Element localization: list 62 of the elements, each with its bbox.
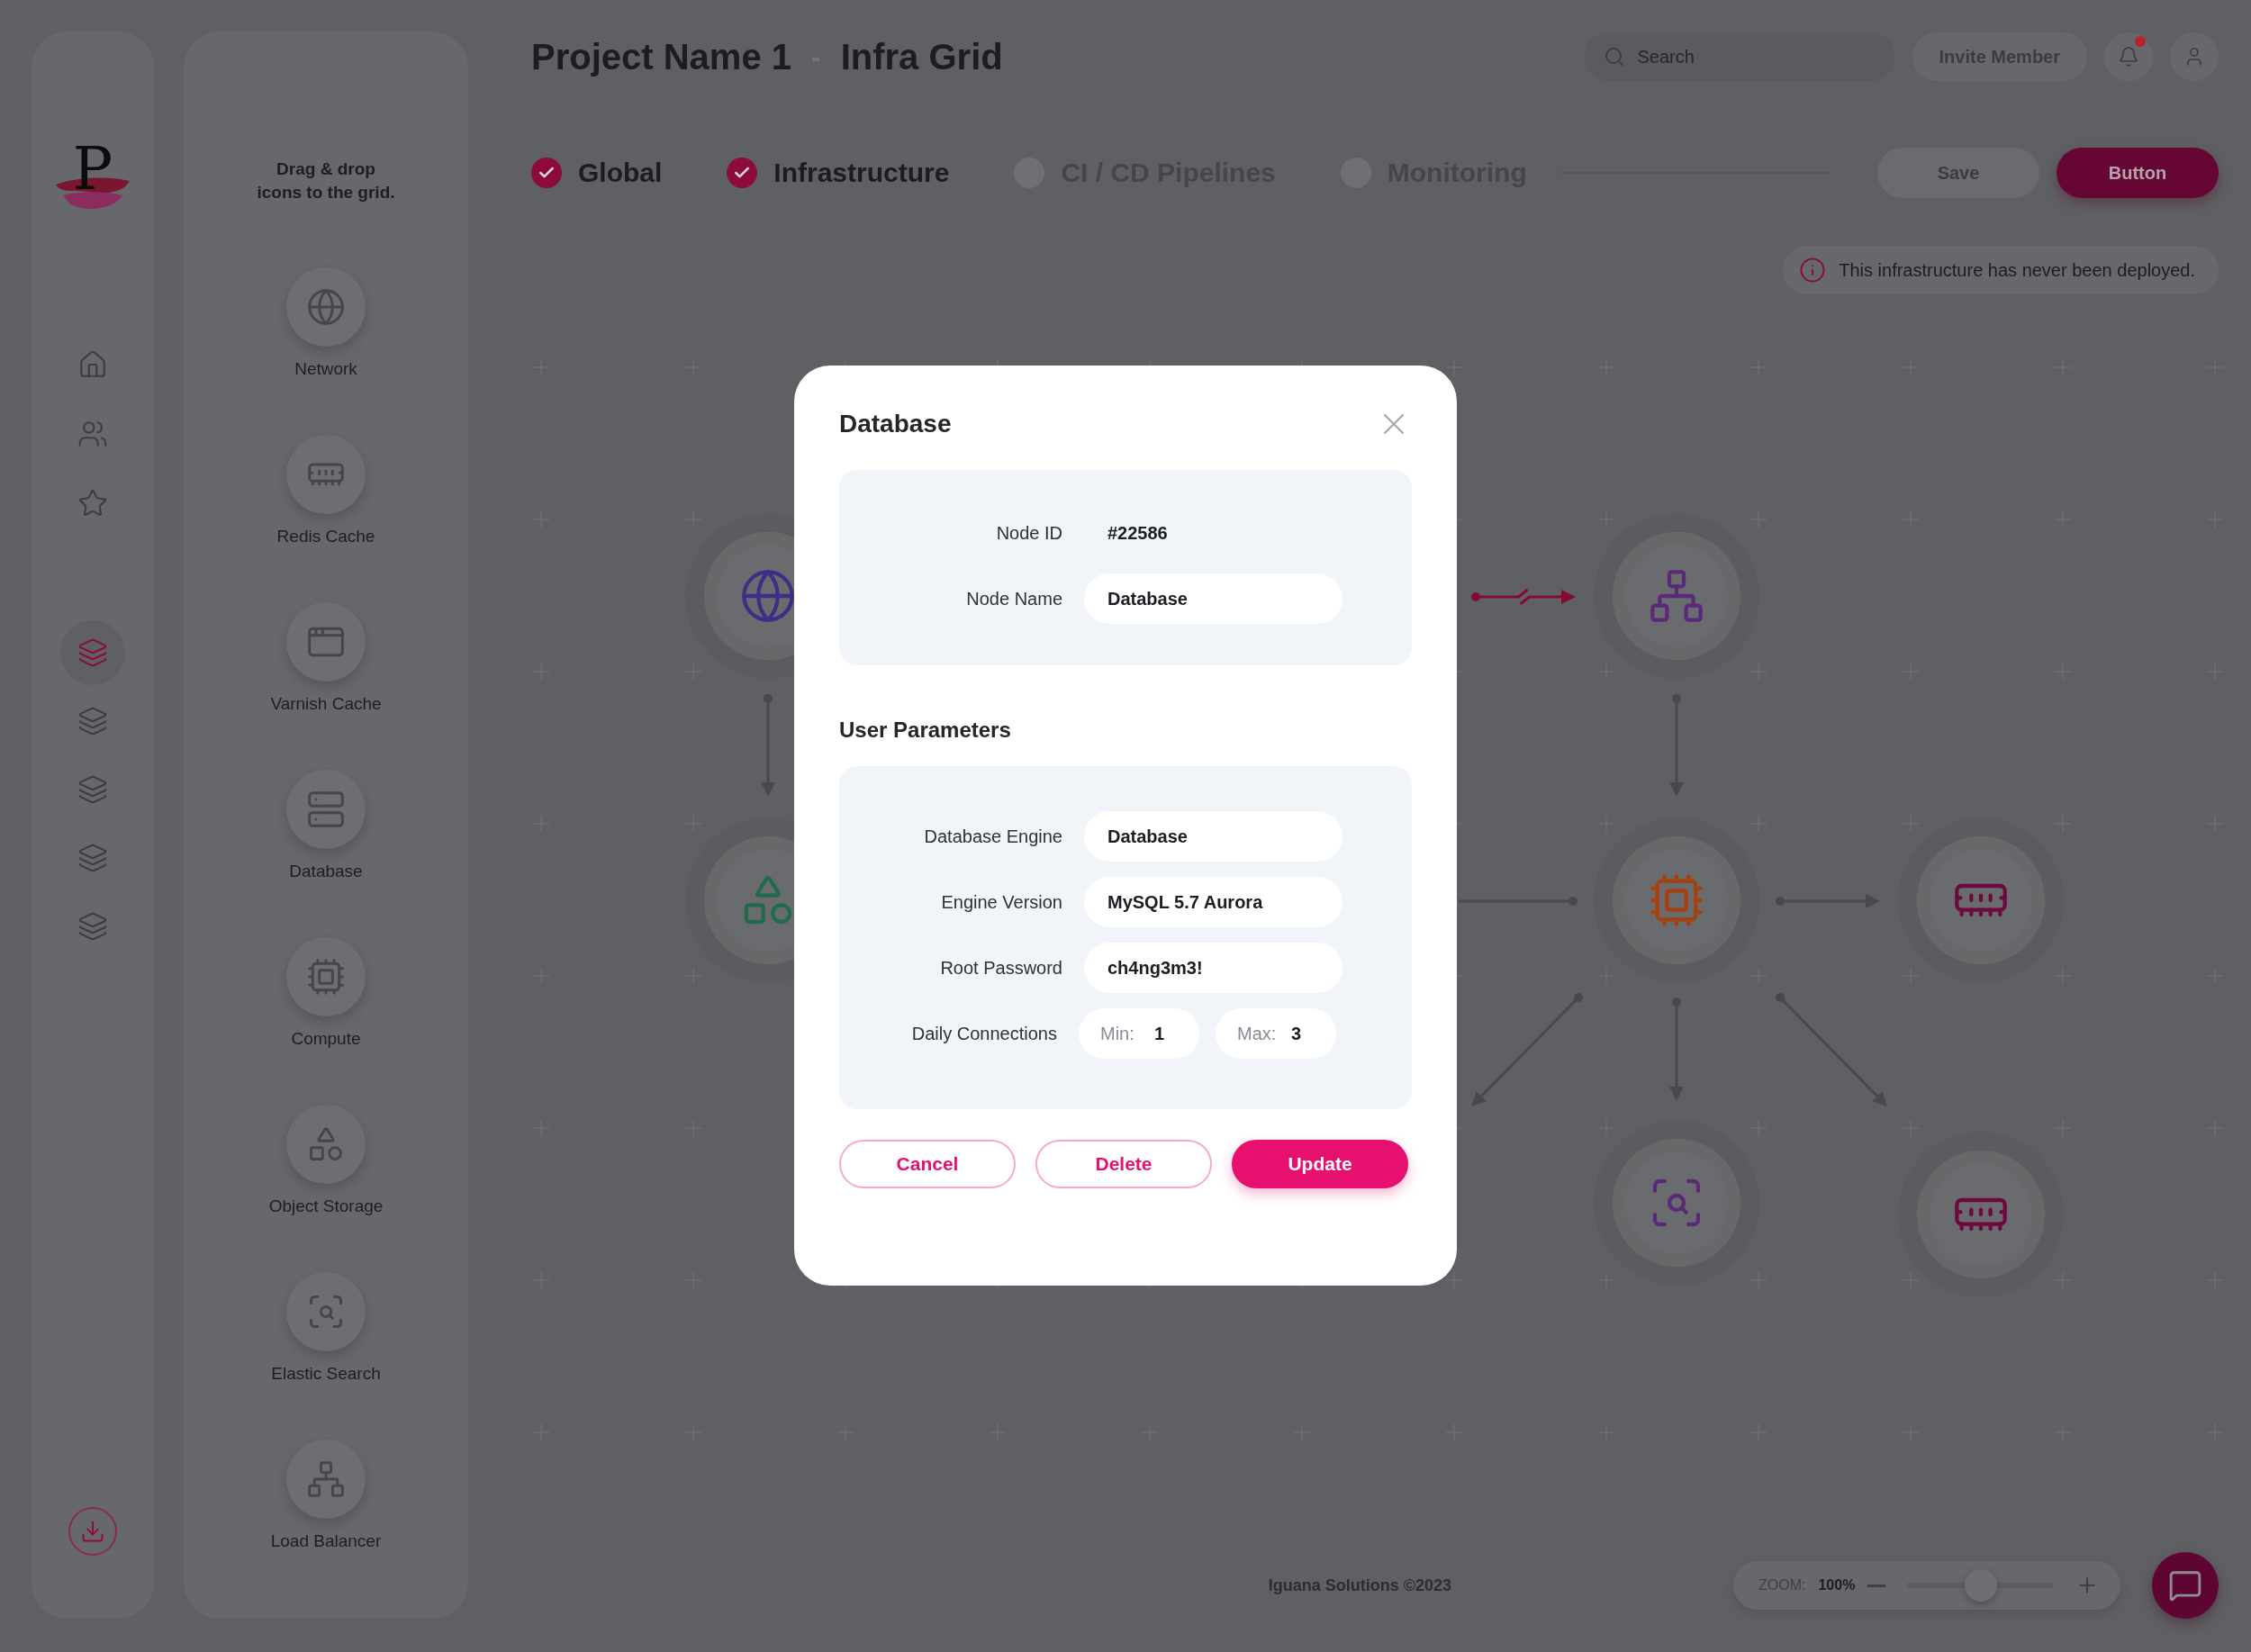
palette-hint: Drag & drop icons to the grid. [257, 158, 395, 203]
min-label: Min: [1100, 1024, 1135, 1044]
home-icon [77, 349, 108, 380]
project-title: Project Name 1 [531, 36, 792, 77]
globe-icon [306, 287, 346, 327]
zoom-slider-thumb[interactable] [1964, 1569, 1997, 1602]
step-tab[interactable]: Infrastructure [727, 158, 950, 188]
palette-label: Database [289, 862, 363, 881]
palette-label: Elastic Search [271, 1364, 381, 1384]
info-icon [1799, 257, 1827, 284]
layers-icon [77, 706, 108, 736]
layers-icon [77, 843, 108, 873]
grid-cross-mark [1445, 358, 1463, 376]
outline-button[interactable]: Cancel [839, 1140, 1016, 1188]
search-icon [1603, 46, 1625, 68]
field-label: Root Password [939, 957, 1062, 979]
layers-icon [77, 774, 108, 805]
palette-label: Compute [291, 1029, 361, 1049]
text-field[interactable]: ch4ng3m3! [1084, 943, 1342, 993]
update-button[interactable]: Update [1232, 1140, 1408, 1188]
star-icon [77, 488, 108, 519]
chat-button[interactable] [2152, 1552, 2219, 1619]
palette-label: Varnish Cache [270, 694, 382, 714]
step-tab[interactable]: Global [531, 158, 663, 188]
text-field[interactable]: Database [1084, 811, 1342, 862]
grid-cross-mark [1445, 1271, 1463, 1289]
bell-icon [2118, 46, 2139, 68]
hierarchy-icon [306, 1459, 346, 1499]
primary-button[interactable]: Button [2057, 148, 2219, 198]
field-label: Node ID [995, 522, 1062, 544]
zoom-out-button[interactable] [1867, 1584, 1886, 1587]
max-label: Max: [1237, 1024, 1277, 1044]
download-button[interactable] [68, 1507, 117, 1556]
palette-label: Object Storage [268, 1196, 384, 1216]
chip-icon [306, 957, 346, 997]
palette-label: Network [294, 359, 357, 379]
title-separator: - [811, 40, 821, 74]
palette-label: Load Balancer [270, 1531, 382, 1551]
text-field[interactable]: MySQL 5.7 Aurora [1084, 877, 1342, 927]
dialog-title: Database [839, 410, 952, 438]
outline-button[interactable]: Delete [1035, 1140, 1212, 1188]
minus-icon [1867, 1584, 1886, 1587]
globe-icon [739, 567, 797, 625]
field-label: Engine Version [940, 891, 1062, 913]
page-subtitle: Infra Grid [840, 36, 1003, 77]
node-id-value: #22586 [1107, 522, 1168, 544]
text-field[interactable]: Database [1084, 573, 1342, 624]
field-label: Daily Connections [910, 1023, 1057, 1044]
field-label: Database Engine [923, 826, 1062, 847]
zoom-value: 100% [1818, 1577, 1856, 1593]
layers-icon [77, 911, 108, 942]
hierarchy-icon [1648, 567, 1705, 625]
server-icon [306, 790, 346, 829]
palette-label: Redis Cache [276, 527, 375, 546]
chat-icon [2168, 1568, 2202, 1602]
section-title: User Parameters [839, 718, 1012, 743]
download-icon [80, 1519, 105, 1544]
field-label: Node Name [965, 588, 1062, 609]
chip-icon [1648, 871, 1705, 929]
users-icon [77, 419, 108, 449]
notice-text: This infrastructure has never been deployed. [1839, 259, 2195, 281]
layers-icon [77, 637, 108, 668]
